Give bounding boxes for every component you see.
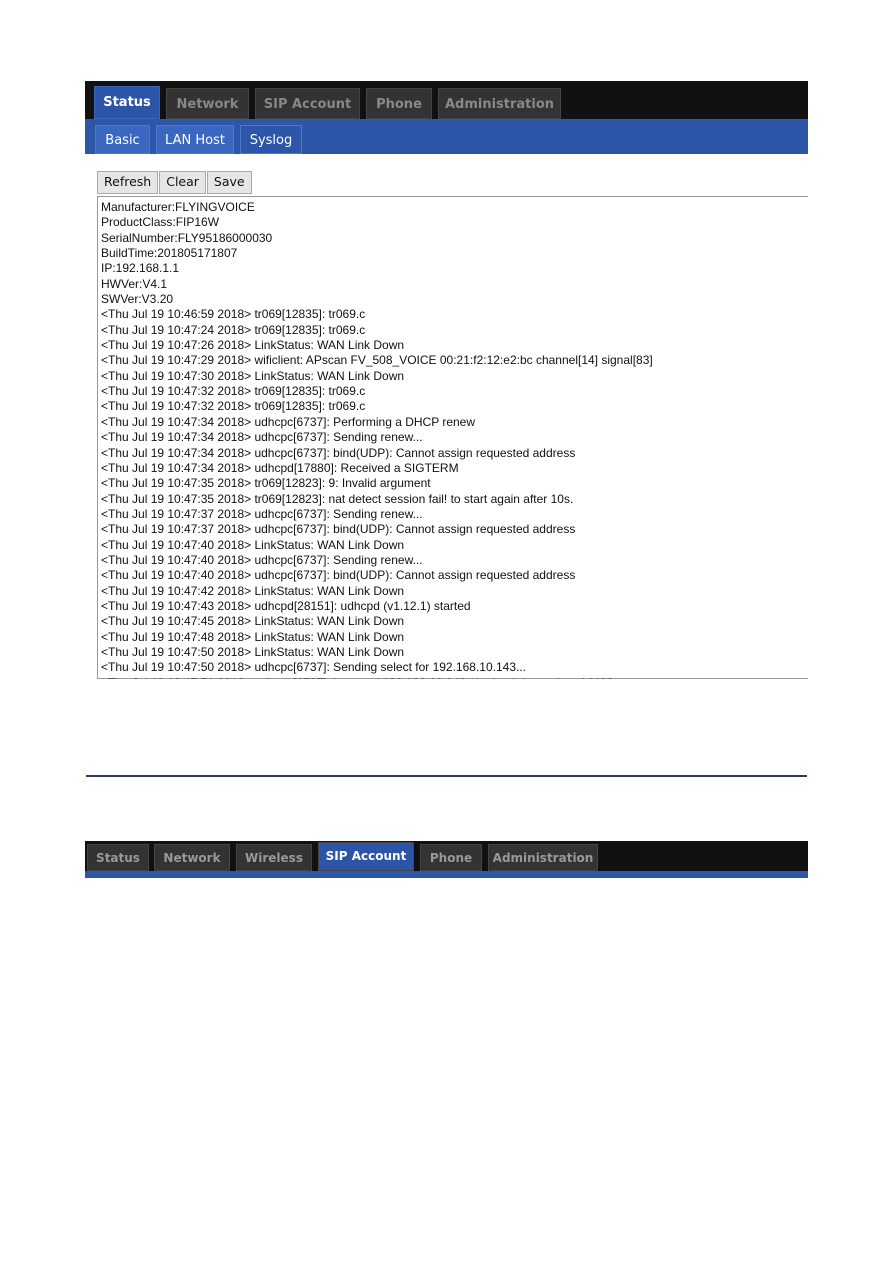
tab-status[interactable]: Status [87,844,149,871]
log-line: <Thu Jul 19 10:47:50 2018> LinkStatus: W… [101,644,405,659]
save-button[interactable]: Save [206,171,252,194]
syslog-textarea[interactable]: Manufacturer:FLYINGVOICE ProductClass:FIP… [97,196,808,679]
log-line: <Thu Jul 19 10:47:48 2018> LinkStatus: W… [101,629,405,644]
log-line: <Thu Jul 19 10:47:51 2018> udhcpc[6737]:… [101,676,808,679]
main-nav: Status Network SIP Account Phone Adminis… [85,81,808,119]
log-line: <Thu Jul 19 10:47:37 2018> udhcpc[6737]:… [101,506,423,521]
log-line: <Thu Jul 19 10:47:45 2018> LinkStatus: W… [101,614,405,629]
log-line: <Thu Jul 19 10:47:43 2018> udhcpd[28151]… [101,598,471,613]
tab-phone[interactable]: Phone [366,88,432,119]
log-line: HWVer:V4.1 [101,276,168,291]
log-line: SerialNumber:FLY95186000030 [101,230,273,245]
log-line: <Thu Jul 19 10:47:42 2018> LinkStatus: W… [101,583,405,598]
tab-wireless[interactable]: Wireless [236,844,312,871]
tab-status[interactable]: Status [94,86,160,119]
subtab-syslog[interactable]: Syslog [240,125,302,154]
sip-account-screenshot: Status Network Wireless SIP Account Phon… [85,841,808,878]
syslog-screenshot: Status Network SIP Account Phone Adminis… [85,81,808,679]
tab-administration[interactable]: Administration [488,844,598,871]
log-line: IP:192.168.1.1 [101,261,180,276]
tab-sip-account[interactable]: SIP Account [255,88,360,119]
tab-phone[interactable]: Phone [420,844,482,871]
refresh-button[interactable]: Refresh [97,171,159,194]
log-line: <Thu Jul 19 10:47:32 2018> tr069[12835]:… [101,384,366,399]
log-line: <Thu Jul 19 10:47:30 2018> LinkStatus: W… [101,368,405,383]
log-line: <Thu Jul 19 10:47:29 2018> wificlient: A… [101,353,653,368]
log-line: SWVer:V3.20 [101,292,174,307]
log-line: Manufacturer:FLYINGVOICE [101,200,255,214]
log-line: <Thu Jul 19 10:47:40 2018> udhcpc[6737]:… [101,568,576,583]
log-line: <Thu Jul 19 10:47:32 2018> tr069[12835]:… [101,399,366,414]
log-line: <Thu Jul 19 10:47:40 2018> LinkStatus: W… [101,537,405,552]
log-line: <Thu Jul 19 10:47:24 2018> tr069[12835]:… [101,322,366,337]
log-line: <Thu Jul 19 10:47:34 2018> udhcpc[6737]:… [101,414,476,429]
tab-administration[interactable]: Administration [438,88,561,119]
clear-button[interactable]: Clear [159,171,206,194]
tab-sip-account[interactable]: SIP Account [318,842,414,871]
log-line: <Thu Jul 19 10:47:50 2018> udhcpc[6737]:… [101,660,526,675]
log-line: <Thu Jul 19 10:47:37 2018> udhcpc[6737]:… [101,522,576,537]
log-line: ProductClass:FIP16W [101,215,220,230]
log-line: <Thu Jul 19 10:47:35 2018> tr069[12823]:… [101,491,574,506]
log-line: <Thu Jul 19 10:47:34 2018> udhcpd[17880]… [101,460,459,475]
subtab-lan-host[interactable]: LAN Host [156,125,234,154]
log-line: <Thu Jul 19 10:47:40 2018> udhcpc[6737]:… [101,552,423,567]
sub-nav [85,871,808,878]
log-line: <Thu Jul 19 10:47:26 2018> LinkStatus: W… [101,338,405,353]
sub-nav: Basic LAN Host Syslog [85,119,808,154]
divider [86,775,807,777]
log-line: <Thu Jul 19 10:47:35 2018> tr069[12823]:… [101,476,431,491]
log-line: <Thu Jul 19 10:47:34 2018> udhcpc[6737]:… [101,430,423,445]
subtab-basic[interactable]: Basic [95,125,150,154]
log-line: BuildTime:201805171807 [101,246,238,261]
tab-network[interactable]: Network [166,88,249,119]
log-line: <Thu Jul 19 10:46:59 2018> tr069[12835]:… [101,307,366,322]
tab-network[interactable]: Network [154,844,230,871]
log-line: <Thu Jul 19 10:47:34 2018> udhcpc[6737]:… [101,445,576,460]
